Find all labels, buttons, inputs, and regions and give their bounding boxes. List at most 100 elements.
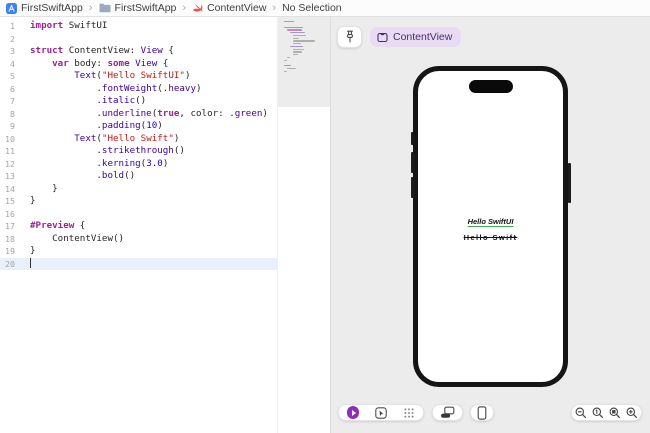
line-number[interactable]: 15 bbox=[0, 195, 22, 208]
preview-device-icon bbox=[377, 32, 388, 43]
preview-text-stack: Hello SwiftUI Hello Swift bbox=[418, 217, 563, 242]
preview-tab-contentview[interactable]: ContentView bbox=[370, 27, 462, 47]
code-line-10[interactable]: 10 Text("Hello Swift") bbox=[0, 133, 277, 146]
pin-preview-button[interactable] bbox=[337, 26, 362, 48]
minimap-line bbox=[284, 26, 303, 28]
breadcrumb-item-firstswiftapp[interactable]: FirstSwiftApp bbox=[99, 2, 177, 14]
zoom-in-button[interactable] bbox=[626, 407, 638, 419]
code-line-15[interactable]: 15} bbox=[0, 195, 277, 208]
code-text: var body: some View { bbox=[52, 57, 169, 69]
line-number[interactable]: 17 bbox=[0, 220, 22, 233]
line-number[interactable]: 7 bbox=[0, 95, 22, 108]
minimap-line bbox=[286, 67, 297, 70]
code-text: .fontWeight(.heavy) bbox=[30, 82, 202, 94]
code-line-20[interactable]: 20 bbox=[0, 257, 277, 271]
code-editor[interactable]: 1 import SwiftUI 2 3 struct ContentView: Vie… bbox=[0, 17, 277, 433]
code-text bbox=[22, 258, 32, 271]
line-number[interactable]: 20 bbox=[0, 258, 22, 271]
live-preview-button[interactable] bbox=[346, 406, 360, 419]
device-settings-button[interactable] bbox=[470, 404, 494, 421]
phone-volume-down-button bbox=[410, 177, 414, 198]
code-line-3[interactable]: 3 struct ContentView: View { bbox=[0, 45, 277, 58]
zoom-100-button[interactable] bbox=[592, 407, 604, 419]
line-number[interactable]: 16 bbox=[0, 208, 22, 221]
line-number[interactable]: 2 bbox=[0, 33, 22, 46]
code-line-19[interactable]: 19} bbox=[0, 245, 277, 258]
minimap-line bbox=[286, 29, 302, 31]
zoom-out-button[interactable] bbox=[575, 407, 587, 419]
minimap-line bbox=[284, 70, 287, 72]
code-line-6[interactable]: 6 .fontWeight(.heavy) bbox=[0, 83, 277, 96]
variants-mode-button[interactable] bbox=[403, 407, 415, 419]
code-line-2[interactable]: 2 bbox=[0, 33, 277, 46]
minimap-line bbox=[292, 37, 300, 39]
swift-icon bbox=[192, 3, 203, 14]
zoom-toolbar bbox=[571, 404, 642, 421]
breadcrumb-item-contentview[interactable]: ContentView bbox=[192, 2, 266, 14]
phone-icon bbox=[477, 405, 487, 420]
line-number[interactable]: 12 bbox=[0, 158, 22, 171]
preview-tab-label: ContentView bbox=[393, 31, 453, 43]
code-line-9[interactable]: 9 .padding(10) bbox=[0, 120, 277, 133]
line-number[interactable]: 8 bbox=[0, 108, 22, 121]
breadcrumb-separator: › bbox=[182, 2, 187, 14]
text-cursor bbox=[30, 258, 32, 268]
code-text: #Preview { bbox=[30, 220, 86, 231]
zoom-in-icon bbox=[626, 407, 638, 418]
minimap-line bbox=[292, 51, 302, 53]
code-text: } bbox=[30, 182, 58, 194]
code-line-14[interactable]: 14 } bbox=[0, 183, 277, 196]
phone-action-button bbox=[410, 132, 414, 145]
breadcrumb-label: ContentView bbox=[207, 2, 267, 14]
preview-text-hello-swiftui: Hello SwiftUI bbox=[467, 217, 514, 226]
line-number[interactable]: 19 bbox=[0, 245, 22, 258]
iphone-preview[interactable]: Hello SwiftUI Hello Swift bbox=[410, 66, 571, 387]
code-text: .bold() bbox=[30, 170, 136, 181]
code-line-18[interactable]: 18 ContentView() bbox=[0, 233, 277, 246]
zoom-fit-button[interactable] bbox=[609, 407, 621, 419]
line-number[interactable]: 4 bbox=[0, 58, 22, 71]
line-number[interactable]: 14 bbox=[0, 183, 22, 196]
line-number[interactable]: 9 bbox=[0, 120, 22, 133]
code-line-8[interactable]: 8 .underline(true, color: .green) bbox=[0, 108, 277, 121]
line-number[interactable]: 11 bbox=[0, 145, 22, 158]
breadcrumb-label: FirstSwiftApp bbox=[114, 2, 177, 14]
code-line-13[interactable]: 13 .bold() bbox=[0, 170, 277, 183]
code-text: Text("Hello Swift") bbox=[74, 132, 180, 144]
breadcrumb-item-firstswiftapp[interactable]: FirstSwiftApp bbox=[6, 2, 83, 14]
code-text: Text("Hello SwiftUI") bbox=[74, 70, 191, 81]
line-number[interactable]: 10 bbox=[0, 133, 22, 146]
code-line-4[interactable]: 4 var body: some View { bbox=[0, 58, 277, 71]
minimap-line bbox=[292, 34, 307, 37]
line-number[interactable]: 5 bbox=[0, 70, 22, 83]
code-line-16[interactable]: 16 bbox=[0, 208, 277, 221]
editor-minimap[interactable] bbox=[277, 17, 331, 433]
breadcrumb-item-no-selection[interactable]: No Selection bbox=[282, 2, 342, 14]
code-text: ContentView() bbox=[30, 232, 125, 244]
code-text: import SwiftUI bbox=[30, 20, 108, 31]
device-appearance-icon bbox=[441, 406, 455, 418]
phone-volume-up-button bbox=[410, 152, 414, 173]
line-number[interactable]: 3 bbox=[0, 45, 22, 58]
line-number[interactable]: 6 bbox=[0, 83, 22, 96]
color-scheme-variants-button[interactable] bbox=[432, 404, 463, 421]
dynamic-island bbox=[468, 80, 513, 93]
code-text: } bbox=[30, 245, 36, 256]
phone-power-button bbox=[567, 163, 571, 203]
code-line-11[interactable]: 11 .strikethrough() bbox=[0, 145, 277, 158]
line-number[interactable]: 13 bbox=[0, 170, 22, 183]
selectable-mode-button[interactable] bbox=[375, 406, 387, 419]
line-number[interactable]: 18 bbox=[0, 233, 22, 246]
minimap-line bbox=[289, 45, 304, 48]
code-line-12[interactable]: 12 .kerning(3.0) bbox=[0, 158, 277, 171]
code-line-7[interactable]: 7 .italic() bbox=[0, 95, 277, 108]
cursor-square-icon bbox=[375, 406, 387, 419]
minimap-viewport[interactable] bbox=[278, 17, 331, 107]
line-number[interactable]: 1 bbox=[0, 20, 22, 33]
code-line-17[interactable]: 17 #Preview { bbox=[0, 220, 277, 233]
code-line-1[interactable]: 1 import SwiftUI bbox=[0, 20, 277, 33]
code-line-5[interactable]: 5 Text("Hello SwiftUI") bbox=[0, 70, 277, 83]
breadcrumb-separator: › bbox=[272, 2, 277, 14]
